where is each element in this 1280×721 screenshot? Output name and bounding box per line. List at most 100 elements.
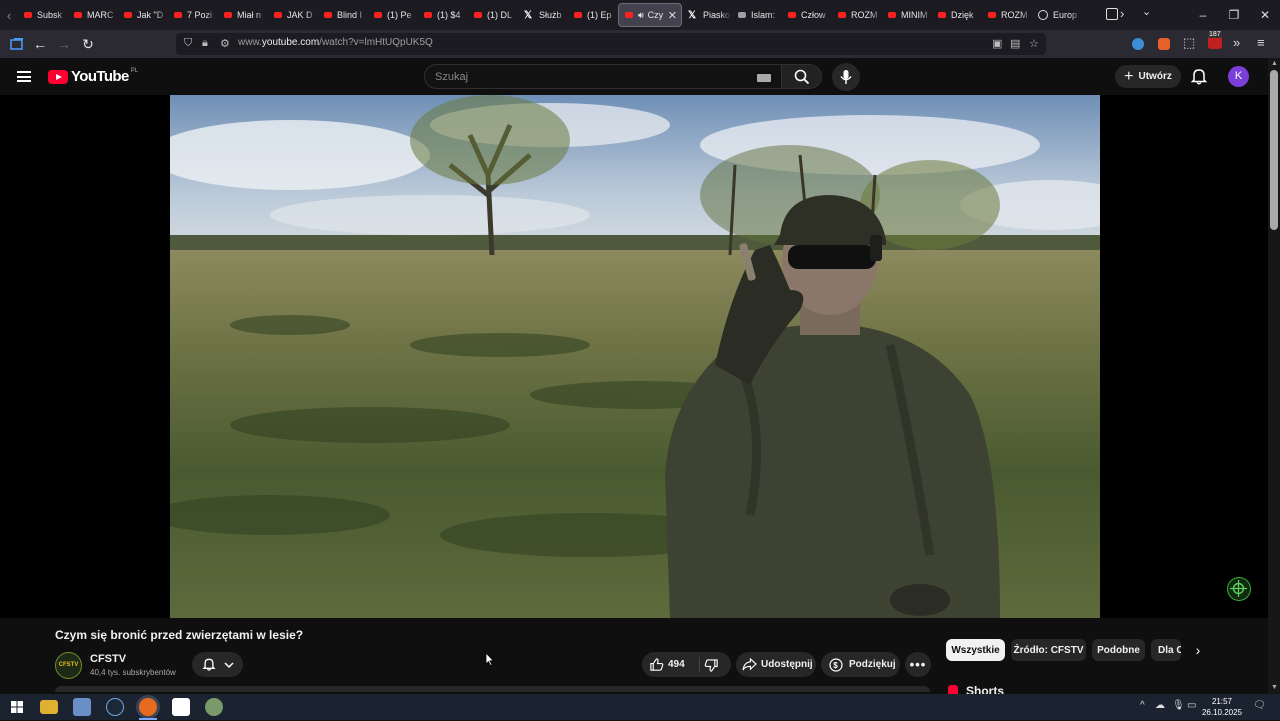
svg-text:$: $ [833,661,838,670]
chip-from-channel[interactable]: Źródło: CFSTV [1011,639,1086,661]
browser-tab[interactable]: Islam: [732,3,782,27]
extensions-puzzle-icon[interactable]: ⬚ [1183,35,1195,51]
description-box[interactable] [55,686,930,692]
tab-label-fade [720,3,732,27]
search-button[interactable] [782,64,822,89]
scroll-down-arrow-icon[interactable]: ▼ [1271,684,1278,691]
windows-taskbar [0,694,1280,720]
more-actions-button[interactable]: ••• [905,652,931,677]
sidebar-toggle-icon[interactable] [8,35,26,53]
permissions-icon[interactable]: ⚙ [220,37,230,50]
dislike-icon[interactable] [704,658,719,673]
super-thanks-icon: $ [829,657,843,672]
system-clock[interactable]: 21:57 26.10.2025 [1200,696,1244,718]
browser-tab[interactable]: 7 Pozi [168,3,218,27]
browser-tab-active[interactable]: 🔊︎ Czy ✕ [618,3,682,27]
picture-in-picture-icon[interactable]: ▣ [992,37,1002,50]
scroll-up-arrow-icon[interactable]: ▲ [1271,60,1278,67]
thanks-button[interactable]: $ Podziękuj [821,652,900,677]
shield-icon[interactable]: ⛉ [184,37,192,50]
tab-list-icon[interactable] [1106,8,1118,20]
user-avatar[interactable]: K [1228,66,1249,87]
hamburger-menu-icon[interactable] [17,71,31,82]
wireguard-icon[interactable] [205,698,223,716]
onedrive-cloud-icon[interactable]: ☁ [1155,700,1165,711]
notifications-center-icon[interactable]: 🗨︎ [1253,700,1266,711]
scrollbar-thumb[interactable] [1270,70,1278,230]
network-icon[interactable]: ▭ [1187,700,1196,711]
search-box[interactable] [424,64,782,89]
like-divider [699,657,700,672]
firefox-icon[interactable] [139,698,157,716]
app-menu-icon[interactable]: ≡ [1257,35,1265,50]
steam-icon[interactable] [106,698,124,716]
browser-tab[interactable]: Europ [1032,3,1082,27]
browser-tab[interactable]: JAK D [268,3,318,27]
notifications-bell-icon[interactable] [1190,67,1208,85]
notion-icon[interactable] [172,698,190,716]
share-button[interactable]: Udostępnij [736,652,816,677]
browser-tab[interactable]: Człow [782,3,832,27]
browser-tab[interactable]: Jak "D [118,3,168,27]
reader-view-icon[interactable]: ▤ [1010,37,1020,50]
browser-tab[interactable]: ROZM [832,3,882,27]
speaker-icon[interactable]: 🔊︎ [638,10,644,21]
fox-extension-icon[interactable] [1158,38,1170,50]
computer-app-icon[interactable] [73,698,91,716]
like-count[interactable]: 494 [668,659,685,670]
tab-label-fade [1070,3,1082,27]
reload-icon[interactable]: ↻ [79,35,97,53]
browser-tab[interactable]: (1) DL [468,3,518,27]
voice-search-button[interactable] [832,63,860,91]
tab-scroll-left-icon[interactable]: ‹ [0,8,18,23]
browser-tab[interactable]: MINIM [882,3,932,27]
browser-tab[interactable]: (1) $4 [418,3,468,27]
search-input[interactable] [435,71,735,83]
forward-arrow-icon[interactable]: → [55,35,73,53]
create-button[interactable]: + Utwórz [1115,65,1181,88]
close-window-icon[interactable]: ✕ [1249,0,1280,30]
keyboard-icon[interactable] [757,74,771,82]
browser-tab[interactable]: Dzięk [932,3,982,27]
video-frame[interactable] [170,95,1100,618]
browser-tab[interactable]: Miał n [218,3,268,27]
url-text[interactable]: www.youtube.com/watch?v=lmHtUQpUK5Q [238,37,433,48]
chips-next-arrow-icon[interactable]: › [1188,640,1208,660]
more-dots-icon: ••• [909,657,927,672]
windows-start-icon[interactable] [8,698,26,716]
youtube-icon [574,12,582,18]
chip-for-you[interactable]: Dla C [1151,639,1181,661]
browser-tab[interactable]: 𝕏 Służb [518,3,568,27]
channel-watermark-icon[interactable] [1227,577,1251,601]
tray-expand-icon[interactable]: ^ [1140,700,1145,711]
channel-avatar[interactable]: CFSTV [55,652,82,679]
extension-badge-icon[interactable]: 187 [1208,31,1222,49]
more-tools-icon[interactable]: » [1233,35,1240,50]
chip-all[interactable]: Wszystkie [946,639,1005,661]
vpn-extension-icon[interactable] [1132,38,1144,50]
tab-overflow-chevron-icon[interactable]: ⌄ [1142,5,1151,18]
bookmark-star-icon[interactable]: ☆ [1029,37,1039,50]
youtube-logo[interactable]: YouTube PL [48,68,138,85]
page-scrollbar[interactable]: ▲ ▼ [1268,58,1280,698]
like-icon[interactable] [649,657,664,672]
lock-icon[interactable]: 🔒︎ [202,37,208,50]
browser-tab[interactable]: (1) Ep [568,3,618,27]
minimize-icon[interactable]: – [1187,0,1219,30]
file-explorer-icon[interactable] [40,700,58,714]
browser-tab[interactable]: 𝕏 Piasko [682,3,732,27]
back-arrow-icon[interactable]: ← [31,35,49,53]
channel-name[interactable]: CFSTV [90,653,126,665]
browser-tab[interactable]: Subsk [18,3,68,27]
restore-icon[interactable]: ❐ [1218,0,1250,30]
browser-tab[interactable]: ROZM [982,3,1032,27]
tab-scroll-right-icon[interactable]: › [1120,6,1124,21]
subscription-notifications-button[interactable] [192,652,243,677]
browser-tab[interactable]: MARC [68,3,118,27]
chip-related[interactable]: Podobne [1092,639,1145,661]
tab-close-icon[interactable]: ✕ [668,9,677,22]
browser-tab[interactable]: (1) Pe [368,3,418,27]
browser-tab[interactable]: Blind I [318,3,368,27]
address-bar[interactable]: ⛉ 🔒︎ ⚙ www.youtube.com/watch?v=lmHtUQpUK… [176,33,1046,55]
microphone-tray-icon[interactable]: 🎙︎ [1172,700,1185,711]
